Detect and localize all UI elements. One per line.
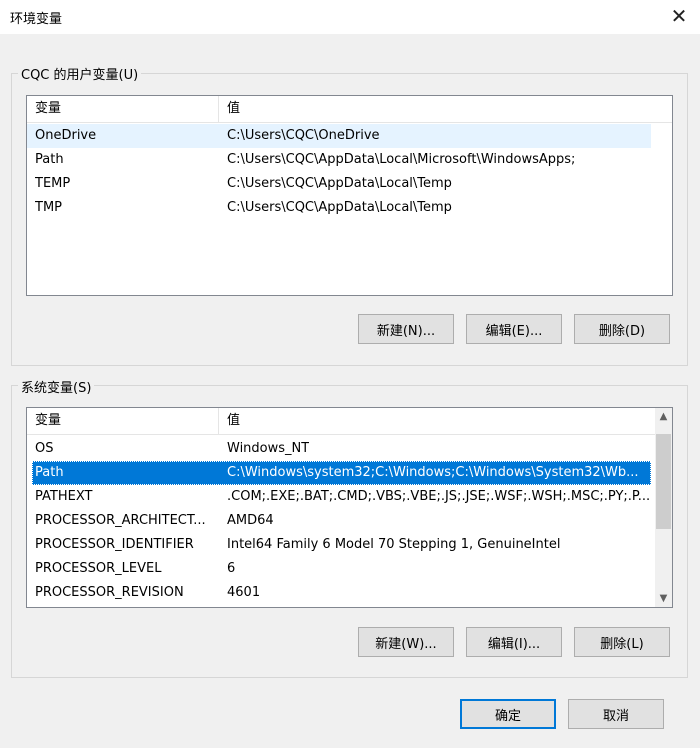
list-header: 变量 值: [27, 96, 672, 123]
var-value: C:\Users\CQC\AppData\Local\Temp: [227, 200, 452, 215]
var-name: OS: [35, 441, 54, 456]
var-name: PROCESSOR_REVISION: [35, 585, 184, 600]
column-header-value[interactable]: 值: [219, 96, 672, 122]
scroll-down-button[interactable]: ▼: [655, 590, 672, 607]
var-name: Path: [35, 152, 64, 167]
column-header-value[interactable]: 值: [219, 408, 655, 434]
user-new-button[interactable]: 新建(N)...: [358, 314, 454, 344]
var-name: TEMP: [35, 176, 71, 191]
var-name: TMP: [35, 200, 62, 215]
var-name: PROCESSOR_ARCHITECT...: [35, 513, 206, 528]
var-name: PROCESSOR_LEVEL: [35, 561, 162, 576]
user-variables-label: CQC 的用户变量(U): [18, 64, 142, 83]
user-variables-list[interactable]: 变量 值 OneDrive C:\Users\CQC\OneDrive Path…: [26, 95, 673, 296]
column-header-variable[interactable]: 变量: [27, 96, 219, 122]
var-value: C:\Users\CQC\AppData\Local\Microsoft\Win…: [227, 152, 576, 167]
scroll-up-button[interactable]: ▲: [655, 408, 672, 425]
var-value: .COM;.EXE;.BAT;.CMD;.VBS;.VBE;.JS;.JSE;.…: [227, 489, 651, 504]
system-var-row[interactable]: PATHEXT .COM;.EXE;.BAT;.CMD;.VBS;.VBE;.J…: [27, 485, 655, 509]
system-delete-button[interactable]: 删除(L): [574, 627, 670, 657]
system-edit-button[interactable]: 编辑(I)...: [466, 627, 562, 657]
user-var-row[interactable]: Path C:\Users\CQC\AppData\Local\Microsof…: [27, 148, 651, 172]
scrollbar-thumb[interactable]: [656, 434, 671, 529]
window-title: 环境变量: [10, 12, 63, 27]
user-edit-button[interactable]: 编辑(E)...: [466, 314, 562, 344]
system-variables-label: 系统变量(S): [18, 377, 95, 396]
user-var-row[interactable]: TEMP C:\Users\CQC\AppData\Local\Temp: [27, 172, 651, 196]
chevron-down-icon: ▼: [659, 593, 668, 604]
var-name: PATHEXT: [35, 489, 93, 504]
system-variables-list[interactable]: 变量 值 OS Windows_NT Path C:\Windows\syste…: [26, 407, 673, 608]
system-var-row[interactable]: PROCESSOR_LEVEL 6: [27, 557, 655, 581]
ok-button[interactable]: 确定: [460, 699, 556, 729]
close-button[interactable]: ✕: [664, 2, 694, 30]
system-var-row-selected[interactable]: Path C:\Windows\system32;C:\Windows;C:\W…: [32, 461, 651, 485]
var-name: Path: [35, 465, 64, 480]
var-value: AMD64: [227, 513, 274, 528]
var-value: 6: [227, 561, 236, 576]
system-var-row[interactable]: PROCESSOR_IDENTIFIER Intel64 Family 6 Mo…: [27, 533, 655, 557]
user-var-row[interactable]: OneDrive C:\Users\CQC\OneDrive: [27, 124, 651, 148]
var-value: Intel64 Family 6 Model 70 Stepping 1, Ge…: [227, 537, 561, 552]
var-value: C:\Windows\system32;C:\Windows;C:\Window…: [227, 465, 639, 480]
var-name: PROCESSOR_IDENTIFIER: [35, 537, 194, 552]
vertical-scrollbar[interactable]: ▲ ▼: [655, 408, 672, 607]
user-delete-button[interactable]: 删除(D): [574, 314, 670, 344]
cancel-button[interactable]: 取消: [568, 699, 664, 729]
system-var-row[interactable]: OS Windows_NT: [27, 437, 655, 461]
chevron-up-icon: ▲: [659, 411, 668, 422]
var-value: C:\Users\CQC\AppData\Local\Temp: [227, 176, 452, 191]
close-icon: ✕: [670, 4, 688, 28]
list-header: 变量 值: [27, 408, 655, 435]
system-var-row[interactable]: PROCESSOR_REVISION 4601: [27, 581, 655, 605]
user-var-row[interactable]: TMP C:\Users\CQC\AppData\Local\Temp: [27, 196, 651, 220]
var-name: OneDrive: [35, 128, 97, 143]
var-value: Windows_NT: [227, 441, 310, 456]
system-new-button[interactable]: 新建(W)...: [358, 627, 454, 657]
column-header-variable[interactable]: 变量: [27, 408, 219, 434]
var-value: 4601: [227, 585, 261, 600]
system-var-row[interactable]: PROCESSOR_ARCHITECT... AMD64: [27, 509, 655, 533]
var-value: C:\Users\CQC\OneDrive: [227, 128, 380, 143]
title-bar: 环境变量 ✕: [0, 0, 700, 34]
